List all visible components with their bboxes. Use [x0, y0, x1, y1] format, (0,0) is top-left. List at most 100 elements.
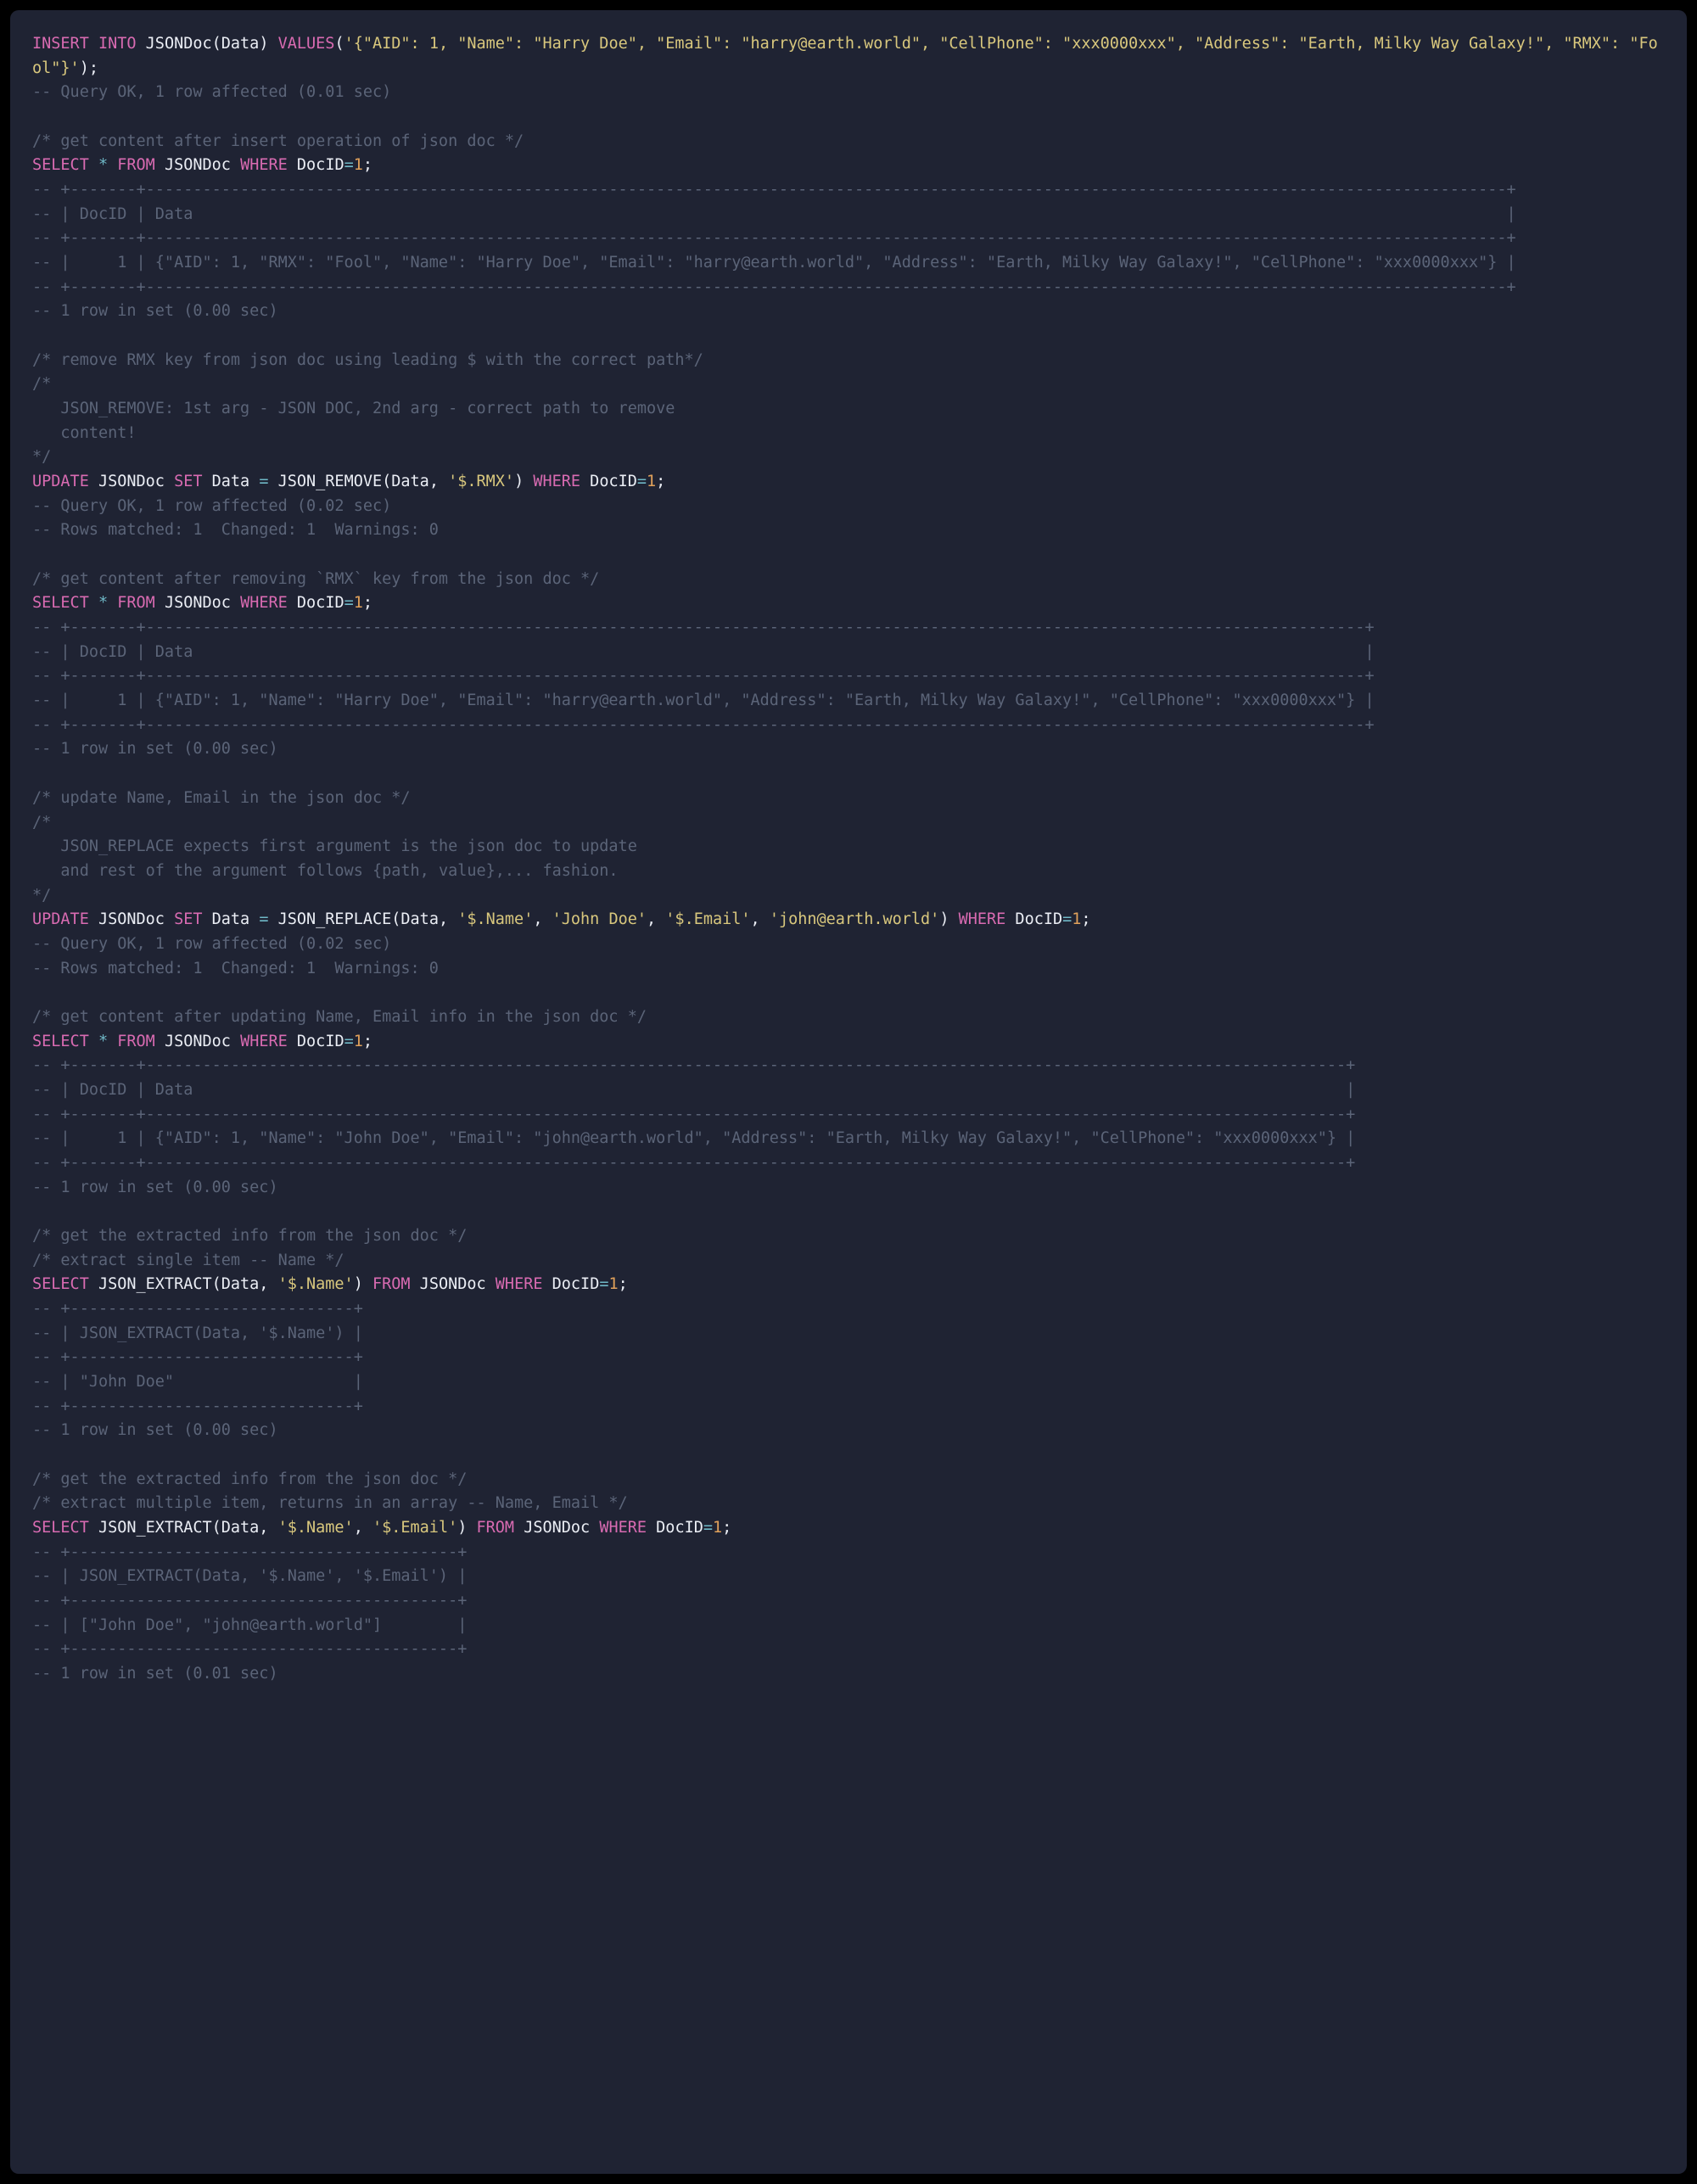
code-line: -- +-------+----------------------------… [32, 1056, 1355, 1074]
token-op: = [344, 594, 354, 612]
code-line: /* extract multiple item, returns in an … [32, 1494, 628, 1512]
token-cmt: JSON_REPLACE expects first argument is t… [32, 837, 637, 855]
token-cmt: -- 1 row in set (0.00 sec) [32, 1179, 278, 1196]
token-kw: FROM [372, 1275, 411, 1293]
token-cmt: content! [32, 424, 137, 442]
code-line: -- +-------+----------------------------… [32, 1154, 1355, 1172]
token-ident [108, 594, 117, 612]
code-line: UPDATE JSONDoc SET Data = JSON_REMOVE(Da… [32, 473, 665, 490]
code-line: -- | JSON_EXTRACT(Data, '$.Name', '$.Ema… [32, 1567, 467, 1585]
token-ident: DocID [288, 1033, 344, 1050]
code-line: /* get content after insert operation of… [32, 132, 524, 150]
token-cmt: -- 1 row in set (0.00 sec) [32, 302, 278, 320]
code-line: -- | 1 | {"AID": 1, "Name": "Harry Doe",… [32, 692, 1375, 709]
token-cmt: -- +-------+----------------------------… [32, 229, 1516, 247]
token-cmt: -- | JSON_EXTRACT(Data, '$.Name', '$.Ema… [32, 1567, 467, 1585]
token-cmt: -- | DocID | Data | [32, 205, 1516, 223]
token-op: = [599, 1275, 608, 1293]
token-cmt: -- Rows matched: 1 Changed: 1 Warnings: … [32, 521, 439, 539]
token-cmt: */ [32, 887, 51, 904]
token-ident: ) [939, 910, 958, 928]
token-ident: ; [656, 473, 665, 490]
token-kw: FROM [117, 156, 155, 174]
token-op: = [344, 156, 354, 174]
token-ident: ) [514, 473, 533, 490]
token-cmt: -- | DocID | Data | [32, 1081, 1355, 1099]
token-cmt: /* update Name, Email in the json doc */ [32, 789, 411, 807]
token-cmt: -- +-------+----------------------------… [32, 1056, 1355, 1074]
token-ident: ; [363, 1033, 372, 1050]
code-line: -- | ["John Doe", "john@earth.world"] | [32, 1616, 467, 1634]
token-ident [89, 156, 98, 174]
token-op: * [98, 1033, 108, 1050]
token-str: 'John Doe' [552, 910, 647, 928]
token-cmt: /* get content after insert operation of… [32, 132, 524, 150]
code-line: -- +-------+----------------------------… [32, 229, 1516, 247]
token-cmt: -- +------------------------------+ [32, 1300, 363, 1318]
code-line: -- +-------+----------------------------… [32, 667, 1375, 685]
token-cmt: /* [32, 375, 51, 393]
token-kw: SELECT [32, 594, 89, 612]
code-line: -- +-------+----------------------------… [32, 619, 1375, 636]
token-cmt: -- Rows matched: 1 Changed: 1 Warnings: … [32, 960, 439, 977]
token-ident [89, 594, 98, 612]
token-ident: JSONDoc [89, 910, 174, 928]
token-str: '$.Email' [372, 1519, 457, 1537]
token-ident [89, 1033, 98, 1050]
token-cmt: -- Query OK, 1 row affected (0.02 sec) [32, 935, 391, 953]
code-line: -- | 1 | {"AID": 1, "Name": "John Doe", … [32, 1129, 1355, 1147]
token-kw: SET [174, 473, 202, 490]
token-ident: ); [80, 59, 98, 77]
code-line: -- | 1 | {"AID": 1, "RMX": "Fool", "Name… [32, 254, 1516, 272]
token-cmt: -- +------------------------------+ [32, 1397, 363, 1415]
code-line: /* remove RMX key from json doc using le… [32, 351, 703, 369]
token-cmt: -- +-------+----------------------------… [32, 181, 1516, 199]
code-line: -- 1 row in set (0.00 sec) [32, 302, 278, 320]
code-line: SELECT * FROM JSONDoc WHERE DocID=1; [32, 594, 372, 612]
token-cmt: -- +-------+----------------------------… [32, 619, 1375, 636]
token-cmt: /* get the extracted info from the json … [32, 1470, 467, 1488]
code-line: -- 1 row in set (0.00 sec) [32, 1179, 278, 1196]
token-num: 1 [713, 1519, 722, 1537]
token-ident: JSON_REMOVE(Data, [268, 473, 448, 490]
token-str: '$.RMX' [448, 473, 514, 490]
code-line: -- Rows matched: 1 Changed: 1 Warnings: … [32, 521, 439, 539]
token-cmt: */ [32, 448, 51, 466]
token-cmt: /* extract multiple item, returns in an … [32, 1494, 628, 1512]
token-cmt: -- | JSON_EXTRACT(Data, '$.Name') | [32, 1324, 363, 1342]
code-line: -- Query OK, 1 row affected (0.01 sec) [32, 83, 391, 101]
token-ident: ; [619, 1275, 628, 1293]
token-ident: ; [1081, 910, 1090, 928]
token-ident [108, 156, 117, 174]
token-cmt: /* [32, 814, 51, 832]
token-cmt: /* remove RMX key from json doc using le… [32, 351, 703, 369]
token-kw: SELECT [32, 1275, 89, 1293]
token-ident: DocID [288, 594, 344, 612]
token-op: = [344, 1033, 354, 1050]
token-op: = [1062, 910, 1072, 928]
code-line: -- 1 row in set (0.00 sec) [32, 1421, 278, 1439]
token-cmt: /* extract single item -- Name */ [32, 1252, 344, 1269]
token-cmt: /* get content after updating Name, Emai… [32, 1008, 647, 1026]
code-line: -- | DocID | Data | [32, 205, 1516, 223]
token-cmt: -- +------------------------------------… [32, 1640, 467, 1658]
code-line: -- | "John Doe" | [32, 1373, 363, 1391]
code-line: -- +-------+----------------------------… [32, 278, 1516, 296]
code-line: -- +------------------------------------… [32, 1640, 467, 1658]
token-ident: , [751, 910, 770, 928]
token-kw: FROM [117, 594, 155, 612]
token-cmt: -- 1 row in set (0.00 sec) [32, 1421, 278, 1439]
token-kw: WHERE [599, 1519, 647, 1537]
code-line: -- 1 row in set (0.01 sec) [32, 1665, 278, 1683]
code-line: /* get the extracted info from the json … [32, 1470, 467, 1488]
token-kw: FROM [477, 1519, 515, 1537]
token-ident: Data [203, 473, 260, 490]
token-cmt: -- | ["John Doe", "john@earth.world"] | [32, 1616, 467, 1634]
token-ident [108, 1033, 117, 1050]
token-str: '$.Name' [457, 910, 533, 928]
token-num: 1 [1072, 910, 1081, 928]
token-str: '$.Name' [278, 1275, 354, 1293]
token-op: * [98, 594, 108, 612]
token-cmt: and rest of the argument follows {path, … [32, 862, 619, 880]
token-cmt: -- 1 row in set (0.01 sec) [32, 1665, 278, 1683]
